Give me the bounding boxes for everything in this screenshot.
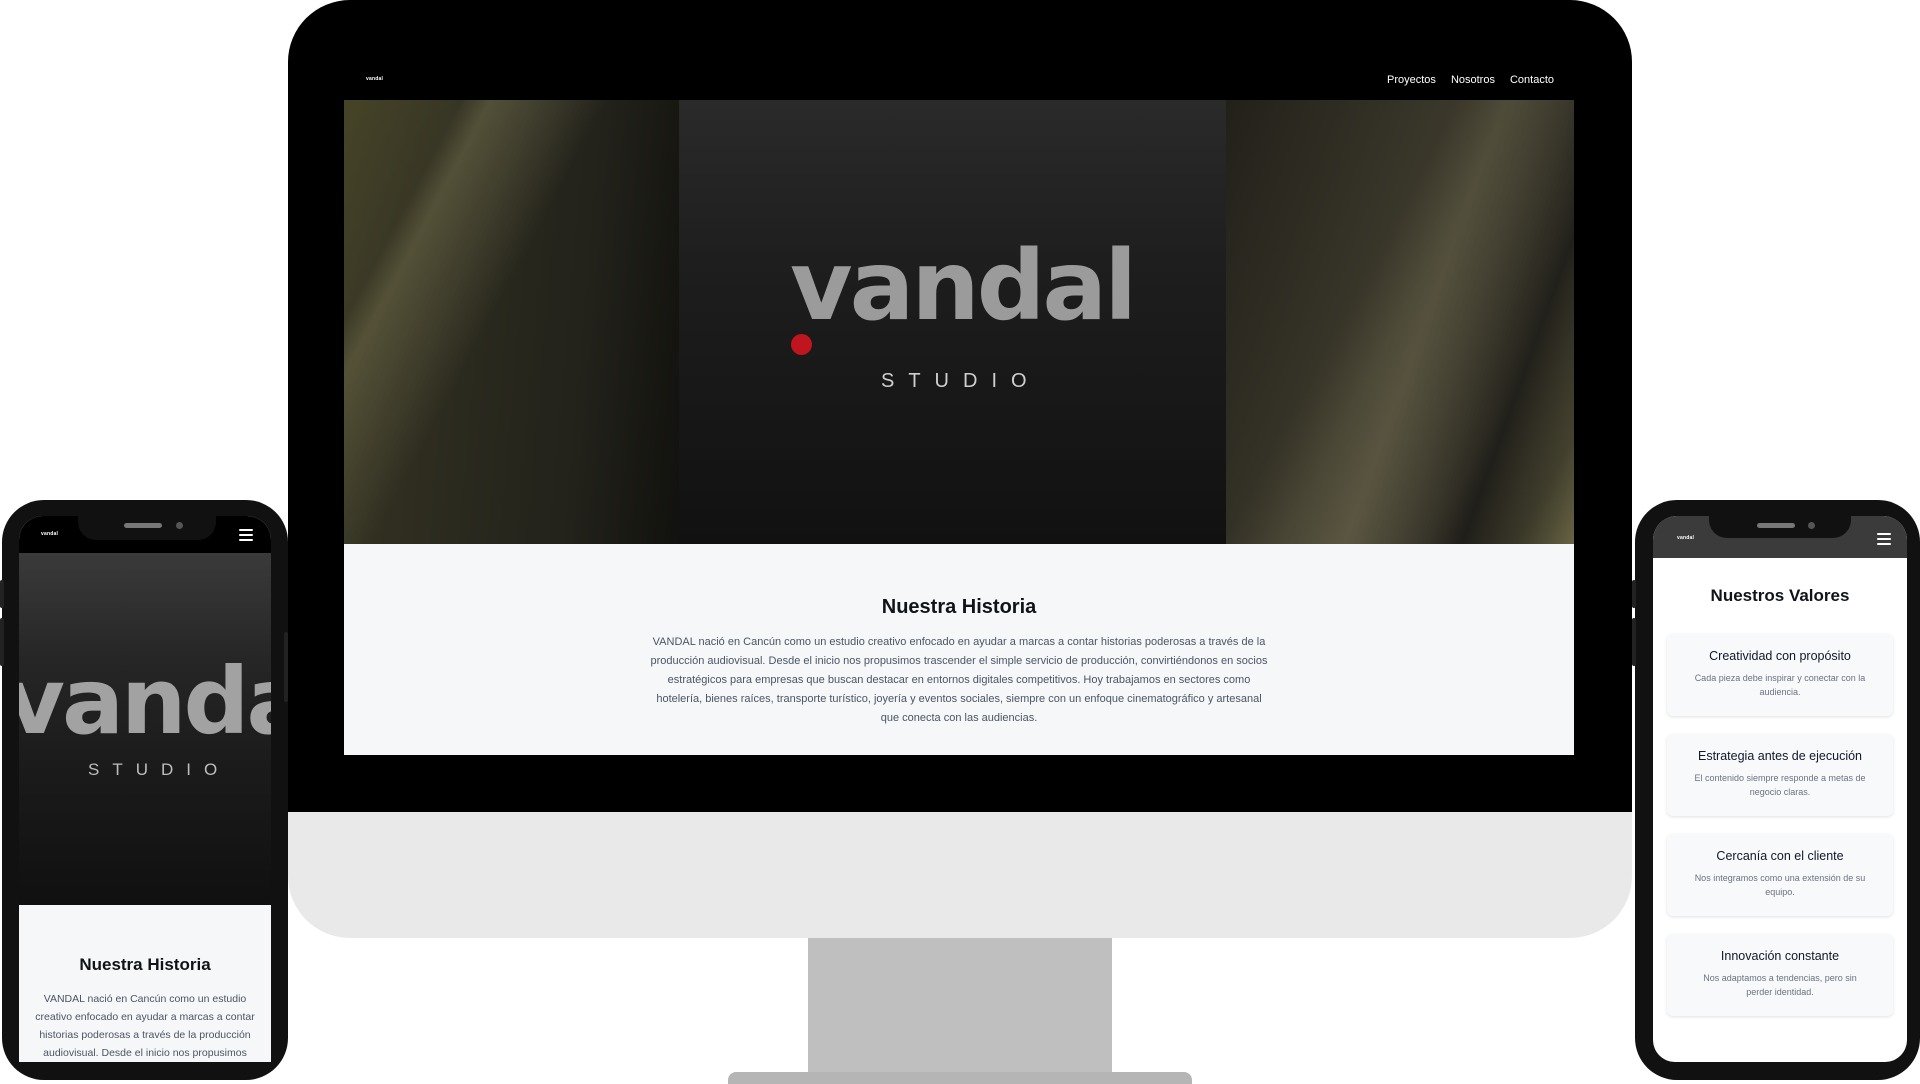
hero-logo: vandal [19, 656, 271, 748]
values-title: Nuestros Valores [1710, 586, 1850, 605]
value-card-title: Creatividad con propósito [1709, 649, 1851, 663]
phone-left-camera [176, 522, 183, 529]
navbar-logo[interactable]: vandal [1677, 535, 1694, 541]
about-section: Nuestra Historia VANDAL nació en Cancún … [344, 544, 1574, 755]
navbar-logo[interactable]: vandal [366, 76, 383, 82]
phone-right-speaker [1757, 523, 1795, 528]
hero-logo: vandal [790, 238, 1137, 360]
value-card: Innovación constante Nos adaptamos a ten… [1667, 934, 1893, 1016]
phone-left-notch [78, 516, 216, 540]
hamburger-icon[interactable] [239, 529, 253, 544]
phone-left-speaker [124, 523, 162, 528]
value-card-text: Nos integramos como una extensión de su … [1694, 873, 1866, 897]
value-card: Estrategia antes de ejecución El conteni… [1667, 734, 1893, 816]
nav-link-contacto[interactable]: Contacto [1510, 74, 1554, 86]
hero-logo-wordmark: vandal [19, 648, 271, 755]
section-title: Nuestra Historia [79, 955, 211, 974]
imac-stand [808, 938, 1112, 1080]
hero-logo-wordmark: vandal [790, 230, 1137, 342]
desktop-navbar: vandal Proyectos Nosotros Contacto [344, 62, 1574, 100]
hero-logo-subtitle: STUDIO [88, 760, 231, 779]
value-card-text: Cada pieza debe inspirar y conectar con … [1694, 673, 1866, 697]
desktop-screen: vandal Proyectos Nosotros Contacto vanda… [344, 62, 1574, 755]
nav-link-proyectos[interactable]: Proyectos [1387, 74, 1436, 86]
logo-red-dot [791, 334, 812, 355]
value-card-text: El contenido siempre responde a metas de… [1694, 773, 1866, 797]
value-card-title: Cercanía con el cliente [1716, 849, 1844, 863]
value-card: Creatividad con propósito Cada pieza deb… [1667, 634, 1893, 716]
phone-right-screen: vandal Nuestros Valores Creatividad con … [1653, 516, 1907, 1062]
hamburger-icon[interactable] [1877, 533, 1891, 548]
section-paragraph: VANDAL nació en Cancún como un estudio c… [35, 993, 255, 1059]
section-title: Nuestra Historia [881, 596, 1037, 618]
phone-left-about-section: Nuestra Historia VANDAL nació en Cancún … [19, 905, 271, 1062]
phone-left-hero-video: vandal STUDIO [19, 553, 271, 905]
hero-logo-subtitle: STUDIO [881, 370, 1041, 392]
value-card-text: Nos adaptamos a tendencias, pero sin per… [1703, 973, 1857, 997]
value-card: Cercanía con el cliente Nos integramos c… [1667, 834, 1893, 916]
navbar-logo[interactable]: vandal [41, 531, 58, 537]
nav-link-nosotros[interactable]: Nosotros [1451, 74, 1495, 86]
section-paragraph: VANDAL nació en Cancún como un estudio c… [650, 636, 1268, 724]
desktop-hero-video: vandal STUDIO [344, 100, 1574, 544]
phone-right-camera [1808, 522, 1815, 529]
desktop-nav-links: Proyectos Nosotros Contacto [1387, 74, 1554, 86]
phone-left-screen: vandal vandal STUDIO Nuestra Historia VA… [19, 516, 271, 1062]
value-card-title: Estrategia antes de ejecución [1698, 749, 1862, 763]
value-card-title: Innovación constante [1720, 949, 1840, 963]
imac-stand-base [728, 1072, 1192, 1084]
